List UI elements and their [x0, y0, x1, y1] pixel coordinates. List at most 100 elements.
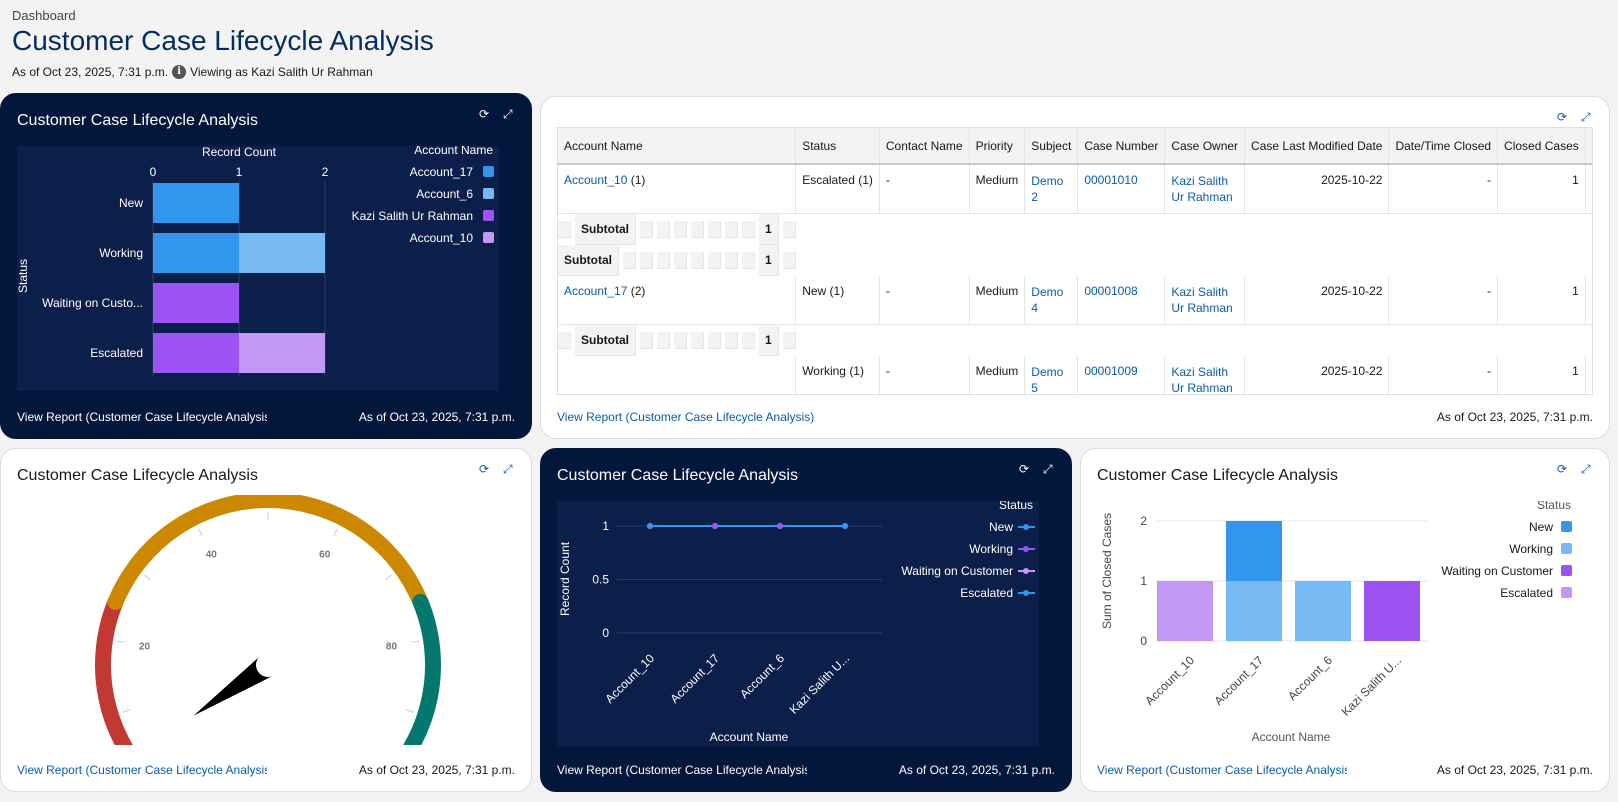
empty-cell — [657, 332, 670, 349]
column-header[interactable]: Account Name — [558, 128, 797, 165]
account-link[interactable]: Account_10 — [564, 173, 627, 187]
gauge-chart: 020406080100 — [95, 495, 441, 745]
line-chart: Record Count00.51Account_10 Account_17 Acc… — [557, 501, 1039, 746]
view-report-link[interactable]: View Report (Customer Case Lifecycle Ana… — [557, 410, 814, 424]
opened-date-cell: 2025-10-22 — [1585, 164, 1592, 214]
expand-icon[interactable]: ⤢ — [1043, 463, 1055, 475]
expand-icon[interactable]: ⤢ — [1581, 463, 1593, 475]
hbar-chart-card: Customer Case Lifecycle Analysis ⟳ ⤢ Rec… — [0, 93, 532, 439]
legend-swatch — [1561, 565, 1572, 576]
gauge-tick-label: 60 — [319, 550, 331, 561]
column-header[interactable]: Status — [795, 128, 880, 165]
y-tick-label: 0.5 — [592, 573, 609, 587]
table-row: Working (1) - Medium Demo 5 00001009 Kazi Sal… — [558, 356, 1592, 394]
gauge-tick — [116, 640, 125, 643]
legend-marker — [1023, 546, 1029, 552]
column-header[interactable]: Case Number — [1077, 128, 1166, 165]
expand-icon[interactable]: ⤢ — [1581, 111, 1593, 123]
y-tick-label: Waiting on Custo... — [42, 296, 143, 310]
y-axis-label: Sum of Closed Cases — [1100, 513, 1114, 629]
column-header[interactable]: Priority — [969, 128, 1026, 165]
closed-cases-cell: 1 — [1497, 276, 1586, 325]
y-tick-label: 2 — [1140, 514, 1147, 528]
status-cell: Working (1) — [795, 356, 880, 394]
column-header[interactable]: Case Last Modified Date — [1244, 128, 1390, 165]
column-header[interactable]: Date/Time Closed — [1388, 128, 1499, 165]
bar — [1295, 581, 1351, 641]
empty-cell — [708, 221, 721, 238]
refresh-icon[interactable]: ⟳ — [1557, 111, 1569, 123]
subject-link[interactable]: Demo 2 — [1024, 164, 1079, 214]
refresh-icon[interactable]: ⟳ — [479, 463, 491, 475]
expand-icon[interactable]: ⤢ — [503, 108, 515, 120]
case-number-link[interactable]: 00001008 — [1077, 276, 1166, 325]
case-number-link[interactable]: 00001010 — [1077, 164, 1166, 214]
case-owner-link[interactable]: Kazi Salith Ur Rahman — [1164, 276, 1246, 325]
refresh-icon[interactable]: ⟳ — [1557, 463, 1569, 475]
empty-cell — [674, 332, 687, 349]
y-tick-label: 0 — [602, 626, 609, 640]
empty-cell — [782, 252, 796, 269]
case-number-link[interactable]: 00001009 — [1077, 356, 1166, 394]
legend-title: Status — [999, 501, 1033, 512]
line-chart-card: Customer Case Lifecycle Analysis ⟳ ⤢ Rec… — [540, 448, 1072, 792]
legend-label: Account_17 — [410, 165, 474, 179]
empty-cell — [782, 221, 796, 238]
column-header[interactable]: Subject — [1024, 128, 1079, 165]
empty-cell — [708, 252, 721, 269]
info-icon[interactable]: i — [172, 65, 187, 79]
contact-cell: - — [879, 276, 970, 325]
view-report-link[interactable]: View Report (Customer Case Lifecycle Ana… — [17, 410, 267, 424]
subtotal-label: Subtotal — [575, 325, 636, 356]
y-tick-label: New — [119, 196, 143, 210]
table-row: Account_10 (1) Escalated (1) - Medium Demo 2… — [558, 164, 1592, 214]
legend-marker — [1023, 590, 1029, 596]
column-header[interactable]: Case Owner — [1164, 128, 1246, 165]
legend-label: Kazi Salith Ur Rahman — [352, 209, 473, 223]
column-header[interactable]: Opened Date — [1585, 128, 1592, 165]
view-report-link[interactable]: View Report (Customer Case Lifecycle Ana… — [557, 763, 807, 777]
subject-link[interactable]: Demo 4 — [1024, 276, 1079, 325]
column-header[interactable]: Contact Name — [879, 128, 970, 165]
date-closed-cell: - — [1388, 164, 1499, 214]
empty-cell — [640, 252, 653, 269]
empty-cell — [640, 332, 653, 349]
case-owner-link[interactable]: Kazi Salith Ur Rahman — [1164, 356, 1246, 394]
empty-cell — [725, 332, 738, 349]
account-link[interactable]: Account_17 — [564, 284, 627, 298]
table-card: ⟳ ⤢ Account Name Status Contact Name Priori… — [540, 96, 1610, 439]
bar — [239, 333, 325, 373]
report-table: Account Name Status Contact Name Priority Su… — [557, 127, 1593, 395]
y-tick-label: 1 — [1140, 574, 1147, 588]
eyebrow-label: Dashboard — [12, 8, 76, 23]
column-header[interactable]: Closed Cases — [1497, 128, 1586, 165]
y-tick-label: Escalated — [90, 346, 143, 360]
refresh-icon[interactable]: ⟳ — [1019, 463, 1031, 475]
subject-link[interactable]: Demo 5 — [1024, 356, 1079, 394]
x-tick-label: Account_6 — [1285, 653, 1335, 703]
empty-cell — [742, 252, 755, 269]
legend-title: Account Name — [414, 146, 493, 157]
card-title: Customer Case Lifecycle Analysis — [17, 467, 258, 484]
empty-cell — [708, 332, 721, 349]
x-axis-label: Account Name — [1252, 730, 1331, 744]
case-owner-link[interactable]: Kazi Salith Ur Rahman — [1164, 164, 1246, 214]
gauge-card: Customer Case Lifecycle Analysis ⟳ ⤢ 020… — [0, 448, 532, 792]
priority-cell: Medium — [969, 164, 1026, 214]
bar — [153, 183, 239, 223]
view-report-link[interactable]: View Report (Customer Case Lifecycle Ana… — [17, 763, 267, 777]
hbar-chart: Record Count 0 1 2 Status New Working Waiting o… — [17, 146, 499, 391]
bar — [1226, 581, 1282, 641]
data-point — [842, 523, 848, 529]
expand-icon[interactable]: ⤢ — [503, 463, 515, 475]
subtotal-row: Subtotal 1 — [558, 245, 796, 276]
refresh-icon[interactable]: ⟳ — [479, 108, 491, 120]
gauge-tick — [411, 640, 420, 643]
legend-label: New — [989, 520, 1013, 534]
subtotal-value: 1 — [759, 245, 779, 276]
empty-cell — [674, 252, 687, 269]
bar — [1157, 581, 1213, 641]
x-tick-label: 1 — [236, 165, 243, 179]
legend-swatch — [483, 210, 494, 221]
view-report-link[interactable]: View Report (Customer Case Lifecycle Ana… — [1097, 763, 1347, 777]
